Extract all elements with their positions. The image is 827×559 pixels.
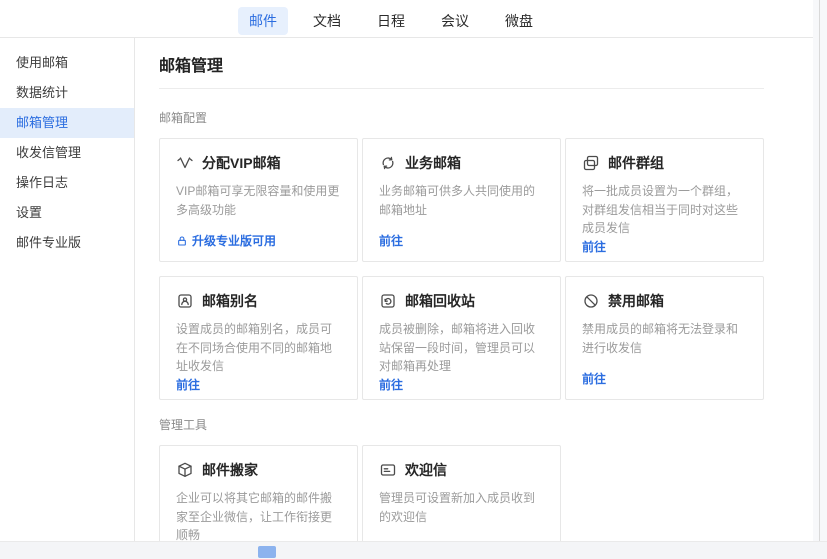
sidebar-item-settings[interactable]: 设置 — [0, 198, 134, 228]
feature-card-vip: 分配VIP邮箱 VIP邮箱可享无限容量和使用更多高级功能 升级专业版可用 — [159, 138, 358, 262]
app-window: 邮件 文档 日程 会议 微盘 使用邮箱 数据统计 邮箱管理 收发信管理 操作日志… — [0, 0, 820, 559]
card-desc: VIP邮箱可享无限容量和使用更多高级功能 — [176, 182, 341, 219]
go-link[interactable]: 前往 — [176, 376, 341, 393]
card-title: 分配VIP邮箱 — [202, 153, 281, 173]
sidebar: 使用邮箱 数据统计 邮箱管理 收发信管理 操作日志 设置 邮件专业版 — [0, 38, 135, 541]
welcome-letter-icon — [379, 461, 397, 479]
bottom-band — [0, 541, 827, 559]
sidebar-item-statistics[interactable]: 数据统计 — [0, 78, 134, 108]
go-link[interactable]: 前往 — [379, 232, 544, 249]
tab-mail[interactable]: 邮件 — [238, 7, 288, 35]
upgrade-pro-link[interactable]: 升级专业版可用 — [176, 232, 341, 249]
feature-card-business-mailbox: 业务邮箱 业务邮箱可供多人共同使用的邮箱地址 前往 — [362, 138, 561, 262]
tab-docs[interactable]: 文档 — [302, 7, 352, 35]
feature-card-disabled-mailbox: 禁用邮箱 禁用成员的邮箱将无法登录和进行收发信 前往 — [565, 276, 764, 400]
feature-card-welcome-letter: 欢迎信 管理员可设置新加入成员收到的欢迎信 前往 — [362, 445, 561, 541]
tab-drive[interactable]: 微盘 — [494, 7, 544, 35]
page-title: 邮箱管理 — [159, 52, 795, 76]
card-title: 邮箱别名 — [202, 291, 258, 311]
card-title: 欢迎信 — [405, 460, 447, 480]
section-label-admin-tools: 管理工具 — [159, 416, 795, 433]
feature-card-recycle-bin: 邮箱回收站 成员被删除，邮箱将进入回收站保留一段时间，管理员可以对邮箱再处理 前… — [362, 276, 561, 400]
disabled-mailbox-icon — [582, 292, 600, 310]
card-desc: 禁用成员的邮箱将无法登录和进行收发信 — [582, 320, 747, 357]
go-link[interactable]: 前往 — [582, 370, 747, 387]
top-tabs: 邮件 文档 日程 会议 微盘 — [238, 7, 544, 35]
mailbox-alias-icon — [176, 292, 194, 310]
feature-card-mailbox-alias: 邮箱别名 设置成员的邮箱别名，成员可在不同场合使用不同的邮箱地址收发信 前往 — [159, 276, 358, 400]
card-title: 禁用邮箱 — [608, 291, 664, 311]
card-desc: 成员被删除，邮箱将进入回收站保留一段时间，管理员可以对邮箱再处理 — [379, 320, 544, 376]
card-desc: 业务邮箱可供多人共同使用的邮箱地址 — [379, 182, 544, 219]
card-desc: 设置成员的邮箱别名，成员可在不同场合使用不同的邮箱地址收发信 — [176, 320, 341, 376]
business-mailbox-icon — [379, 154, 397, 172]
card-desc: 管理员可设置新加入成员收到的欢迎信 — [379, 489, 544, 526]
card-title: 业务邮箱 — [405, 153, 461, 173]
tab-meeting[interactable]: 会议 — [430, 7, 480, 35]
vip-icon — [176, 154, 194, 172]
feature-card-mail-migration: 邮件搬家 企业可以将其它邮箱的邮件搬家至企业微信，让工作衔接更顺畅 前往 — [159, 445, 358, 541]
sidebar-item-mail-pro[interactable]: 邮件专业版 — [0, 228, 134, 258]
top-navigation: 邮件 文档 日程 会议 微盘 — [0, 0, 819, 38]
admin-tools-grid: 邮件搬家 企业可以将其它邮箱的邮件搬家至企业微信，让工作衔接更顺畅 前往 — [159, 445, 795, 541]
card-desc: 企业可以将其它邮箱的邮件搬家至企业微信，让工作衔接更顺畅 — [176, 489, 341, 541]
sidebar-item-use-mailbox[interactable]: 使用邮箱 — [0, 48, 134, 78]
mail-migration-icon — [176, 461, 194, 479]
card-title: 邮件群组 — [608, 153, 664, 173]
mailbox-config-grid: 分配VIP邮箱 VIP邮箱可享无限容量和使用更多高级功能 升级专业版可用 — [159, 138, 795, 400]
card-desc: 将一批成员设置为一个群组，对群组发信相当于同时对这些成员发信 — [582, 182, 747, 238]
main-content: 邮箱管理 邮箱配置 分配VIP邮箱 VIP邮箱可享无限容量和使用更多高 — [135, 38, 819, 541]
mail-group-icon — [582, 154, 600, 172]
feature-card-mail-group: 邮件群组 将一批成员设置为一个群组，对群组发信相当于同时对这些成员发信 前往 — [565, 138, 764, 262]
lock-icon — [176, 235, 188, 247]
section-label-mailbox-config: 邮箱配置 — [159, 109, 795, 126]
bottom-blue-fragment — [258, 546, 276, 558]
card-title: 邮件搬家 — [202, 460, 258, 480]
go-link[interactable]: 前往 — [379, 376, 544, 393]
upgrade-pro-label: 升级专业版可用 — [192, 232, 276, 249]
sidebar-item-mailbox-management[interactable]: 邮箱管理 — [0, 108, 134, 138]
tab-schedule[interactable]: 日程 — [366, 7, 416, 35]
go-link[interactable]: 前往 — [582, 238, 747, 255]
recycle-bin-icon — [379, 292, 397, 310]
card-title: 邮箱回收站 — [405, 291, 475, 311]
sidebar-item-send-receive-management[interactable]: 收发信管理 — [0, 138, 134, 168]
title-divider — [159, 88, 764, 89]
sidebar-item-operation-log[interactable]: 操作日志 — [0, 168, 134, 198]
page-gutter — [813, 0, 819, 541]
